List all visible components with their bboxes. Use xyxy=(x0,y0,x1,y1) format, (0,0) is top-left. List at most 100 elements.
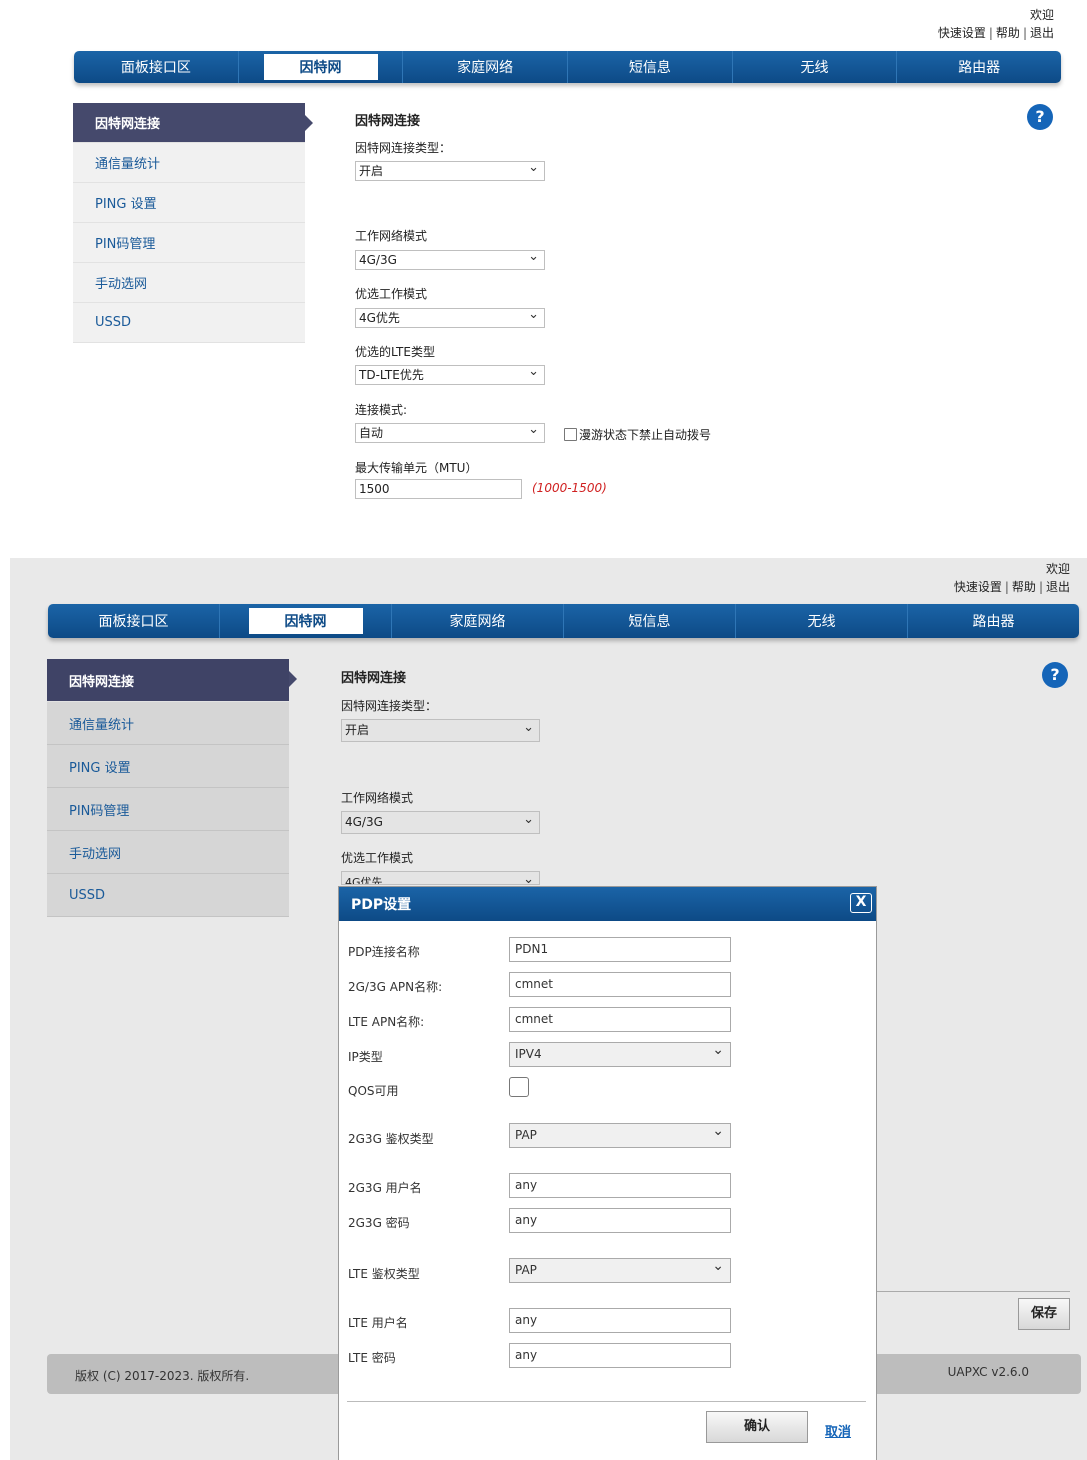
ip-type-label: IP类型 xyxy=(348,1050,383,1064)
cancel-link[interactable]: 取消 xyxy=(825,1421,851,1440)
pref-lte-label: 优选的LTE类型 xyxy=(355,345,435,359)
sidebar-item-ussd[interactable]: USSD xyxy=(73,303,305,343)
auth-2g3g-label: 2G3G 鉴权类型 xyxy=(348,1132,434,1146)
pref-mode-label: 优选工作模式 xyxy=(355,287,428,301)
pass-2g3g-input[interactable]: any xyxy=(509,1208,731,1233)
quick-setup-link[interactable]: 快速设置 xyxy=(938,26,986,40)
separator: | xyxy=(988,26,993,40)
page-title: 因特网连接 xyxy=(355,114,421,129)
sidebar-item-traffic-stats[interactable]: 通信量统计 xyxy=(47,702,289,745)
divider xyxy=(876,1291,1070,1292)
page-title: 因特网连接 xyxy=(341,671,407,686)
apn-2g3g-input[interactable]: cmnet xyxy=(509,972,731,997)
header-links: 欢迎 快速设置 | 帮助 | 退出 xyxy=(938,6,1054,42)
sidebar: 因特网连接 通信量统计 PING 设置 PIN码管理 手动选网 USSD xyxy=(73,103,313,343)
user-2g3g-label: 2G3G 用户名 xyxy=(348,1181,422,1195)
sidebar-item-pin[interactable]: PIN码管理 xyxy=(73,223,305,263)
help-icon[interactable]: ? xyxy=(1042,662,1068,688)
logout-link[interactable]: 退出 xyxy=(1030,26,1054,40)
pref-mode-select[interactable]: 4G优先 xyxy=(341,871,540,885)
help-link[interactable]: 帮助 xyxy=(996,26,1020,40)
sidebar-item-ussd[interactable]: USSD xyxy=(47,874,289,917)
mtu-input[interactable]: 1500 xyxy=(355,479,522,499)
tab-sms[interactable]: 短信息 xyxy=(564,604,736,638)
work-mode-label: 工作网络模式 xyxy=(355,229,428,243)
tab-wireless[interactable]: 无线 xyxy=(733,51,898,83)
version-text: UAPXC v2.6.0 xyxy=(947,1365,1029,1379)
apn-lte-input[interactable]: cmnet xyxy=(509,1007,731,1032)
dialog-divider xyxy=(347,1401,866,1402)
pass-lte-input[interactable]: any xyxy=(509,1343,731,1368)
conn-type-label: 因特网连接类型： xyxy=(355,141,452,155)
welcome-text: 欢迎 xyxy=(1045,562,1070,576)
auth-lte-select[interactable]: PAP xyxy=(509,1255,731,1283)
mtu-label: 最大传输单元（MTU） xyxy=(355,461,478,475)
work-mode-label: 工作网络模式 xyxy=(341,791,414,805)
dialog-header: PDP设置 X xyxy=(339,887,876,921)
tab-home-network[interactable]: 家庭网络 xyxy=(392,604,564,638)
quick-setup-link[interactable]: 快速设置 xyxy=(954,580,1002,594)
main-nav: 面板接口区 因特网 家庭网络 短信息 无线 路由器 xyxy=(48,604,1079,638)
tab-router[interactable]: 路由器 xyxy=(908,604,1079,638)
sidebar-item-manual-network[interactable]: 手动选网 xyxy=(47,831,289,874)
tab-router[interactable]: 路由器 xyxy=(897,51,1061,83)
sidebar-item-ping[interactable]: PING 设置 xyxy=(73,183,305,223)
close-icon[interactable]: X xyxy=(850,893,872,913)
sidebar-item-ping[interactable]: PING 设置 xyxy=(47,745,289,788)
pdp-name-input[interactable]: PDN1 xyxy=(509,937,731,962)
pref-mode-label: 优选工作模式 xyxy=(341,851,414,865)
separator: | xyxy=(1038,580,1043,594)
tab-wireless[interactable]: 无线 xyxy=(736,604,908,638)
sidebar-item-manual-network[interactable]: 手动选网 xyxy=(73,263,305,303)
dialog-title: PDP设置 xyxy=(351,897,412,913)
pass-lte-label: LTE 密码 xyxy=(348,1351,396,1365)
tab-internet[interactable]: 因特网 xyxy=(239,51,404,83)
help-link[interactable]: 帮助 xyxy=(1012,580,1036,594)
header-links: 欢迎 快速设置 | 帮助 | 退出 xyxy=(954,560,1070,596)
sidebar-item-pin[interactable]: PIN码管理 xyxy=(47,788,289,831)
separator: | xyxy=(1022,26,1027,40)
user-lte-label: LTE 用户名 xyxy=(348,1316,408,1330)
pref-lte-select[interactable]: TD-LTE优先 xyxy=(355,363,545,385)
tab-panel[interactable]: 面板接口区 xyxy=(74,51,239,83)
help-icon[interactable]: ? xyxy=(1027,104,1053,130)
pass-2g3g-label: 2G3G 密码 xyxy=(348,1216,410,1230)
sidebar-item-internet-connection[interactable]: 因特网连接 xyxy=(47,659,297,702)
tab-panel[interactable]: 面板接口区 xyxy=(48,604,220,638)
user-2g3g-input[interactable]: any xyxy=(509,1173,731,1198)
qos-label: QOS可用 xyxy=(348,1084,399,1098)
main-nav: 面板接口区 因特网 家庭网络 短信息 无线 路由器 xyxy=(74,51,1061,83)
conn-type-select[interactable]: 开启 xyxy=(341,717,540,742)
sidebar: 因特网连接 通信量统计 PING 设置 PIN码管理 手动选网 USSD xyxy=(47,659,297,917)
qos-checkbox[interactable] xyxy=(509,1077,529,1097)
mtu-range-hint: (1000-1500) xyxy=(532,481,607,495)
ip-type-select[interactable]: IPV4 xyxy=(509,1039,731,1067)
tab-internet[interactable]: 因特网 xyxy=(220,604,392,638)
user-lte-input[interactable]: any xyxy=(509,1308,731,1333)
roaming-label: 漫游状态下禁止自动拨号 xyxy=(579,428,712,442)
sidebar-item-internet-connection[interactable]: 因特网连接 xyxy=(73,103,313,143)
welcome-text: 欢迎 xyxy=(1029,8,1054,22)
tab-home-network[interactable]: 家庭网络 xyxy=(403,51,569,83)
separator: | xyxy=(1004,580,1009,594)
screenshot-bottom: 欢迎 快速设置 | 帮助 | 退出 面板接口区 因特网 家庭网络 短信息 无线 路由器 … xyxy=(0,558,1087,1460)
screenshot-top: 欢迎 快速设置 | 帮助 | 退出 面板接口区 因特网 家庭网络 短信息 无线 路由器 … xyxy=(0,0,1087,540)
apn-lte-label: LTE APN名称: xyxy=(348,1015,425,1029)
logout-link[interactable]: 退出 xyxy=(1046,580,1070,594)
pref-mode-select[interactable]: 4G优先 xyxy=(355,306,545,328)
auth-lte-label: LTE 鉴权类型 xyxy=(348,1267,420,1281)
apn-2g3g-label: 2G/3G APN名称: xyxy=(348,980,443,994)
conn-type-select[interactable]: 开启 xyxy=(355,159,545,181)
work-mode-select[interactable]: 4G/3G xyxy=(341,809,540,834)
tab-sms[interactable]: 短信息 xyxy=(568,51,733,83)
connect-mode-select[interactable]: 自动 xyxy=(355,421,545,443)
work-mode-select[interactable]: 4G/3G xyxy=(355,248,545,270)
pdp-settings-dialog: PDP设置 X PDP连接名称 PDN1 2G/3G APN名称: cmnet … xyxy=(338,886,877,1460)
sidebar-item-traffic-stats[interactable]: 通信量统计 xyxy=(73,143,305,183)
conn-type-label: 因特网连接类型： xyxy=(341,699,438,713)
connect-mode-label: 连接模式: xyxy=(355,403,408,417)
save-button[interactable]: 保存 xyxy=(1018,1298,1070,1330)
confirm-button[interactable]: 确认 xyxy=(706,1411,808,1443)
roaming-checkbox[interactable] xyxy=(564,428,577,441)
auth-2g3g-select[interactable]: PAP xyxy=(509,1120,731,1148)
